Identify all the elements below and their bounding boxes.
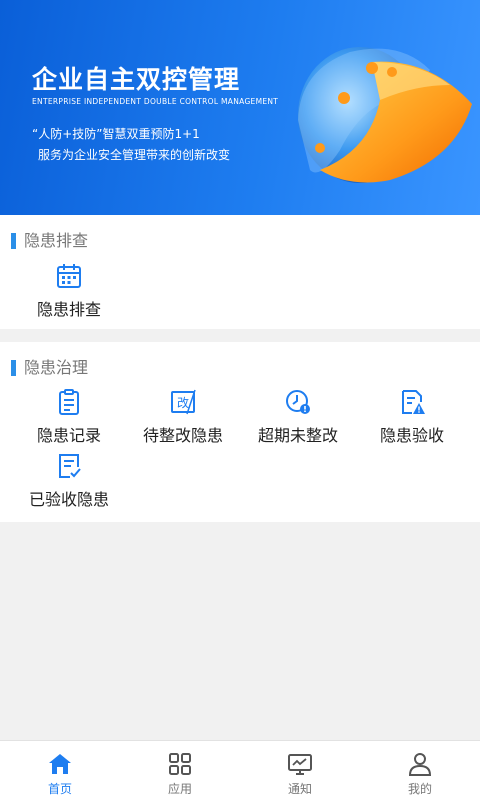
tab-mine[interactable]: 我的 (360, 741, 480, 800)
inspection-item[interactable]: 隐患排查 (9, 262, 129, 320)
hazard-record-item[interactable]: 隐患记录 (9, 388, 129, 446)
section-marker (11, 360, 16, 376)
banner-slogan-line2: 服务为企业安全管理带来的创新改变 (38, 148, 231, 162)
banner-title: 企业自主双控管理 (32, 65, 241, 94)
governance-section: 隐患治理 隐患记录 改 待整改隐患 超期未整改 隐患验收 已验收隐患 (0, 342, 480, 522)
clock-alert-icon (286, 390, 310, 414)
tab-label: 我的 (407, 782, 432, 796)
section-title: 隐患治理 (24, 358, 89, 377)
item-label: 待整改隐患 (142, 426, 223, 445)
section-marker (11, 233, 16, 249)
tab-home[interactable]: 首页 (0, 741, 120, 800)
item-label: 已验收隐患 (28, 490, 109, 509)
calendar-icon (57, 264, 81, 288)
edit-doc-icon: 改 (171, 389, 196, 415)
acceptance-item[interactable]: 隐患验收 (352, 388, 472, 446)
tab-label: 通知 (287, 782, 312, 796)
item-label: 隐患验收 (379, 426, 444, 445)
monitor-icon (288, 754, 312, 775)
accepted-hazards-item[interactable]: 已验收隐患 (9, 452, 129, 510)
tab-apps[interactable]: 应用 (120, 741, 240, 800)
banner-subtitle: ENTERPRISE INDEPENDENT DOUBLE CONTROL MA… (32, 97, 279, 106)
section-title: 隐患排查 (24, 231, 89, 250)
item-label: 隐患排查 (36, 300, 101, 319)
home-icon (49, 754, 71, 774)
item-label: 隐患记录 (36, 426, 101, 445)
user-icon (408, 753, 432, 776)
clipboard-icon (59, 389, 79, 415)
doc-check-icon (59, 454, 81, 478)
pending-rectification-item[interactable]: 改 待整改隐患 (123, 388, 243, 446)
tab-notifications[interactable]: 通知 (240, 741, 360, 800)
hero-banner[interactable]: 企业自主双控管理 ENTERPRISE INDEPENDENT DOUBLE C… (0, 0, 480, 215)
banner-slogan-line1: “人防+技防”智慧双重预防1+1 (32, 127, 200, 141)
apps-grid-icon (169, 753, 191, 775)
overdue-item[interactable]: 超期未整改 (238, 388, 358, 446)
doc-warning-icon (402, 390, 425, 414)
inspection-section: 隐患排查 隐患排查 (0, 215, 480, 329)
shield-sphere-illustration (298, 47, 472, 183)
item-label: 超期未整改 (257, 426, 338, 445)
bottom-tab-bar: 首页 应用 通知 我的 (0, 740, 480, 800)
tab-label: 首页 (47, 782, 72, 796)
svg-text:改: 改 (177, 396, 189, 410)
tab-label: 应用 (167, 782, 192, 796)
